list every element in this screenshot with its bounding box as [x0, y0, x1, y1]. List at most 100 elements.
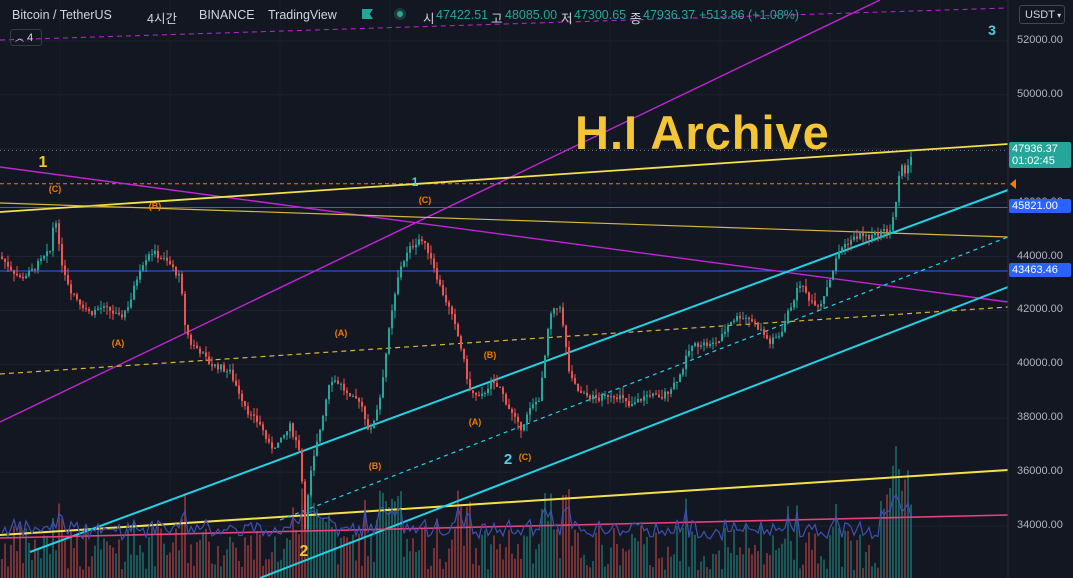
volume-bar: [406, 538, 408, 578]
volume-bar: [433, 548, 435, 578]
price-chart[interactable]: 1(C)(B)(A)1(C)(A)(B)(A)(B) 2 (C)23: [0, 0, 1073, 578]
volume-bar: [340, 537, 342, 578]
candle-body: [373, 420, 375, 428]
volume-bar: [220, 566, 222, 578]
candle-body: [727, 325, 729, 332]
volume-bar: [214, 564, 216, 578]
candle-body: [403, 261, 405, 267]
candle-body: [790, 307, 792, 311]
candle-body: [115, 312, 117, 314]
volume-bar: [76, 534, 78, 578]
volume-bar: [817, 563, 819, 578]
candle-body: [217, 364, 219, 370]
price-label: 47936.37 01:02:45: [1009, 142, 1071, 169]
volume-bar: [616, 544, 618, 578]
volume-bar: [427, 568, 429, 578]
volume-bar: [127, 529, 129, 578]
candle-body: [397, 277, 399, 295]
candle-body: [46, 251, 48, 256]
candle-body: [55, 223, 57, 228]
candle-body: [532, 404, 534, 409]
candle-body: [868, 234, 870, 240]
volume-bar: [142, 552, 144, 578]
volume-bar: [43, 535, 45, 578]
candle-body: [754, 321, 756, 323]
volume-bar: [487, 569, 489, 578]
candle-body: [157, 250, 159, 258]
flag-icon[interactable]: [362, 9, 373, 19]
volume-bar: [571, 545, 573, 578]
candle-body: [91, 311, 93, 315]
candle-body: [421, 239, 423, 242]
candle-body: [508, 404, 510, 410]
candle-body: [667, 391, 669, 394]
currency-select[interactable]: USDT ▾: [1019, 5, 1065, 24]
volume-bar: [184, 493, 186, 578]
candle-body: [151, 254, 153, 256]
candle-body: [22, 276, 24, 279]
volume-bar: [421, 527, 423, 578]
candle-body: [331, 381, 333, 386]
candle-body: [118, 312, 120, 315]
volume-bar: [181, 519, 183, 578]
candle-body: [142, 265, 144, 271]
candle-body: [634, 402, 636, 404]
volume-bar: [640, 525, 642, 578]
candle-body: [730, 321, 732, 326]
volume-bar: [559, 558, 561, 578]
candle-body: [646, 395, 648, 397]
volume-bar: [337, 564, 339, 578]
candle-body: [427, 242, 429, 254]
volume-bar: [772, 535, 774, 578]
trend-lines[interactable]: [0, 0, 1009, 578]
candle-body: [775, 337, 777, 339]
candle-body: [391, 310, 393, 329]
volume-bar: [46, 536, 48, 578]
volume-bar: [154, 566, 156, 578]
volume-bar: [349, 541, 351, 578]
candle-body: [679, 374, 681, 382]
volume-bar: [70, 532, 72, 578]
volume-bar: [565, 495, 567, 578]
candle-body: [229, 369, 231, 372]
candle-body: [277, 442, 279, 448]
candle-body: [262, 424, 264, 431]
volume-bar: [760, 525, 762, 578]
candle-body: [763, 329, 765, 335]
volume-bar: [31, 559, 33, 578]
volume-bar: [55, 550, 57, 578]
volume-bar: [727, 547, 729, 578]
wave-label: (C): [419, 195, 432, 205]
candle-body: [571, 371, 573, 379]
candle-body: [274, 447, 276, 449]
wave-label: (C): [519, 452, 532, 462]
volume-bar: [247, 545, 249, 578]
candle-body: [901, 165, 903, 176]
candle-body: [349, 393, 351, 397]
candle-body: [112, 310, 114, 314]
candle-body: [235, 380, 237, 386]
candle-body: [103, 306, 105, 309]
volume-bar: [61, 518, 63, 578]
candle-body: [658, 394, 660, 398]
candle-body: [214, 364, 216, 367]
candle-body: [424, 241, 426, 243]
candle-body: [313, 455, 315, 471]
candle-body: [682, 369, 684, 375]
volume-bar: [589, 567, 591, 578]
candle-body: [247, 406, 249, 415]
candle-body: [610, 396, 612, 398]
volume-bar: [223, 555, 225, 578]
interval[interactable]: 4시간: [147, 8, 177, 27]
symbol-name[interactable]: Bitcoin / TetherUS: [12, 8, 112, 22]
candle-body: [649, 395, 651, 397]
volume-bar: [856, 540, 858, 578]
volume-bar: [130, 554, 132, 578]
candle-body: [418, 239, 420, 245]
candle-body: [499, 386, 501, 388]
candle-body: [826, 287, 828, 297]
candle-body: [394, 294, 396, 311]
indicator-toggle-button[interactable]: ︿ 4: [10, 29, 42, 46]
volume-bar: [904, 479, 906, 578]
volume-bar: [376, 519, 378, 578]
